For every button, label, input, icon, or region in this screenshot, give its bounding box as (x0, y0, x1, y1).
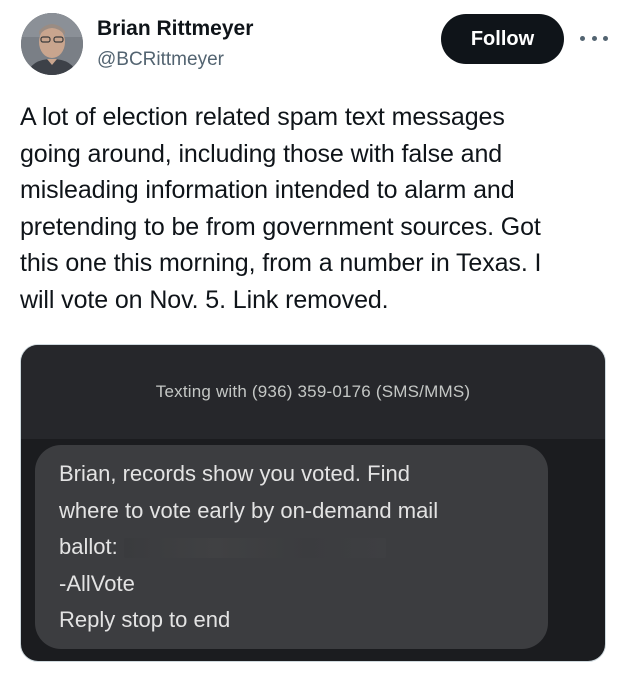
message-line: where to vote early by on-demand mail (59, 497, 439, 523)
dot (603, 35, 608, 41)
tweet-header: Brian Rittmeyer @BCRittmeyer Follow (0, 0, 627, 90)
sms-message-bubble: Brian, records show you voted. Find wher… (35, 445, 548, 649)
message-line: ballot: (59, 534, 118, 559)
attached-image[interactable]: Texting with (936) 359-0176 (SMS/MMS) Br… (20, 344, 606, 662)
follow-button[interactable]: Follow (441, 14, 564, 64)
dot (591, 35, 597, 41)
message-line: -AllVote (59, 570, 135, 596)
dot (580, 35, 585, 41)
message-line: Brian, records show you voted. Find (59, 461, 410, 486)
avatar[interactable] (21, 13, 83, 75)
author-name[interactable]: Brian Rittmeyer (97, 16, 253, 42)
sms-header-text: Texting with (936) 359-0176 (SMS/MMS) (155, 382, 471, 401)
message-line-with-link: ballot: (59, 529, 438, 566)
sms-message-text: Brian, records show you voted. Find wher… (59, 456, 438, 639)
redacted-link (123, 538, 386, 559)
author-handle[interactable]: @BCRittmeyer (97, 48, 224, 72)
more-options-icon[interactable] (576, 28, 612, 48)
sms-thread-header: Texting with (936) 359-0176 (SMS/MMS) (21, 345, 605, 439)
profile-photo-icon (21, 13, 83, 75)
message-line: Reply stop to end (59, 607, 231, 632)
tweet-text: A lot of election related spam text mess… (20, 103, 542, 314)
